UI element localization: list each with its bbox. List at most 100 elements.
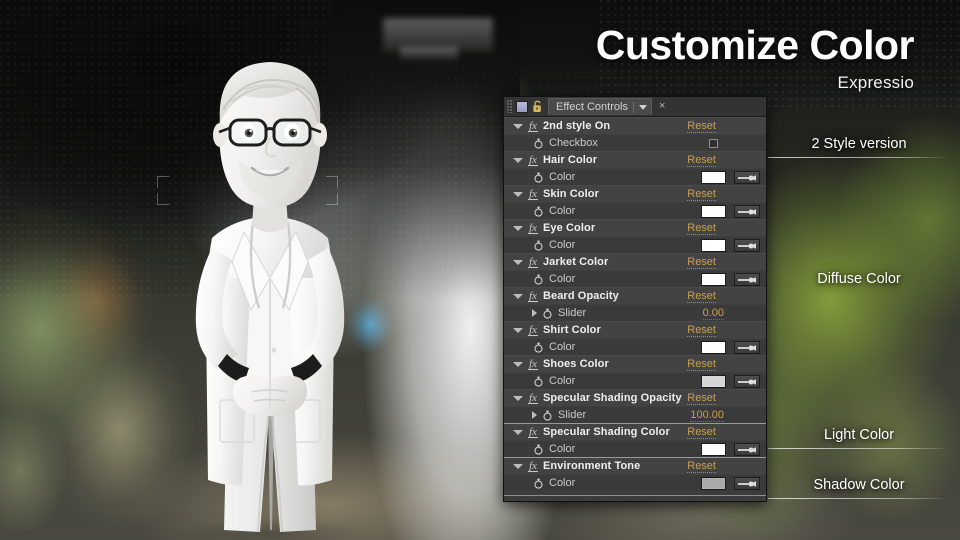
disclosure-triangle-icon[interactable] — [513, 157, 523, 163]
callout-label: Shadow Color — [813, 477, 905, 493]
property-row-color[interactable]: Color — [504, 440, 766, 457]
fx-icon[interactable]: fx — [528, 324, 538, 336]
stopwatch-icon[interactable] — [534, 240, 543, 251]
disclosure-triangle-icon[interactable] — [513, 429, 523, 435]
fx-icon[interactable]: fx — [528, 426, 538, 438]
slider-value[interactable]: 0.00 — [702, 308, 724, 320]
effect-controls-panel[interactable]: Effect Controls × fx 2nd style On Reset Che… — [503, 96, 767, 502]
tab-effect-controls[interactable]: Effect Controls — [548, 98, 652, 115]
stopwatch-icon[interactable] — [534, 274, 543, 285]
stopwatch-icon[interactable] — [534, 444, 543, 455]
color-swatch[interactable] — [701, 205, 726, 218]
disclosure-triangle-icon[interactable] — [532, 309, 537, 317]
effect-row-skin-color[interactable]: fx Skin Color Reset — [504, 185, 766, 202]
property-row-color[interactable]: Color — [504, 372, 766, 389]
fx-icon[interactable]: fx — [528, 120, 538, 132]
reset-link[interactable]: Reset — [687, 392, 716, 405]
eyedropper-button[interactable] — [734, 375, 760, 388]
fx-icon[interactable]: fx — [528, 290, 538, 302]
reset-link[interactable]: Reset — [687, 256, 716, 269]
disclosure-triangle-icon[interactable] — [513, 225, 523, 231]
reset-link[interactable]: Reset — [687, 120, 716, 133]
reset-link[interactable]: Reset — [687, 222, 716, 235]
property-row-color[interactable]: Color — [504, 338, 766, 355]
property-row-checkbox[interactable]: Checkbox — [504, 134, 766, 151]
callout-rule — [768, 498, 950, 499]
fx-icon[interactable]: fx — [528, 460, 538, 472]
effect-row-jarket-color[interactable]: fx Jarket Color Reset — [504, 253, 766, 270]
panel-tab-bar[interactable]: Effect Controls × — [504, 97, 766, 117]
reset-link[interactable]: Reset — [687, 324, 716, 337]
eyedropper-button[interactable] — [734, 205, 760, 218]
property-row-color[interactable]: Color — [504, 236, 766, 253]
color-swatch[interactable] — [701, 341, 726, 354]
fx-icon[interactable]: fx — [528, 222, 538, 234]
property-row-color[interactable]: Color — [504, 202, 766, 219]
disclosure-triangle-icon[interactable] — [513, 463, 523, 469]
reset-link[interactable]: Reset — [687, 358, 716, 371]
stopwatch-icon[interactable] — [534, 376, 543, 387]
stopwatch-icon[interactable] — [534, 478, 543, 489]
chevron-down-icon[interactable] — [638, 104, 647, 110]
stopwatch-icon[interactable] — [534, 172, 543, 183]
color-swatch[interactable] — [701, 375, 726, 388]
disclosure-triangle-icon[interactable] — [513, 361, 523, 367]
color-swatch[interactable] — [701, 239, 726, 252]
property-row-slider[interactable]: Slider 0.00 — [504, 304, 766, 321]
reset-link[interactable]: Reset — [687, 426, 716, 439]
property-row-color[interactable]: Color — [504, 474, 766, 491]
property-row-slider[interactable]: Slider 100.00 — [504, 406, 766, 423]
disclosure-triangle-icon[interactable] — [513, 123, 523, 129]
eyedropper-button[interactable] — [734, 341, 760, 354]
effect-row-specular-shading-opacity[interactable]: fx Specular Shading Opacity Reset — [504, 389, 766, 406]
checkbox-control[interactable] — [709, 139, 718, 148]
effect-row-hair-color[interactable]: fx Hair Color Reset — [504, 151, 766, 168]
disclosure-triangle-icon[interactable] — [513, 327, 523, 333]
eyedropper-button[interactable] — [734, 239, 760, 252]
reset-link[interactable]: Reset — [687, 290, 716, 303]
color-swatch[interactable] — [701, 443, 726, 456]
reset-link[interactable]: Reset — [687, 460, 716, 473]
effect-row-beard-opacity[interactable]: fx Beard Opacity Reset — [504, 287, 766, 304]
eyedropper-button[interactable] — [734, 443, 760, 456]
property-name: Checkbox — [549, 137, 598, 149]
fx-icon[interactable]: fx — [528, 358, 538, 370]
effect-row-eye-color[interactable]: fx Eye Color Reset — [504, 219, 766, 236]
fx-icon[interactable]: fx — [528, 188, 538, 200]
fx-icon[interactable]: fx — [528, 392, 538, 404]
color-swatch[interactable] — [701, 273, 726, 286]
focus-bracket-top-right — [326, 176, 338, 188]
effect-name: Specular Shading Opacity — [542, 392, 682, 404]
fx-icon[interactable]: fx — [528, 256, 538, 268]
drag-grip-icon[interactable] — [507, 100, 512, 113]
property-row-color[interactable]: Color — [504, 270, 766, 287]
eyedropper-button[interactable] — [734, 273, 760, 286]
fx-icon[interactable]: fx — [528, 154, 538, 166]
eyedropper-button[interactable] — [734, 477, 760, 490]
disclosure-triangle-icon[interactable] — [513, 191, 523, 197]
effect-row-2nd-style-on[interactable]: fx 2nd style On Reset — [504, 117, 766, 134]
stopwatch-icon[interactable] — [534, 206, 543, 217]
effect-name: Environment Tone — [542, 460, 641, 472]
stopwatch-icon[interactable] — [543, 308, 552, 319]
close-icon[interactable]: × — [659, 101, 665, 112]
disclosure-triangle-icon[interactable] — [513, 293, 523, 299]
stopwatch-icon[interactable] — [534, 342, 543, 353]
lock-icon[interactable] — [532, 100, 543, 113]
disclosure-triangle-icon[interactable] — [513, 395, 523, 401]
effect-row-shirt-color[interactable]: fx Shirt Color Reset — [504, 321, 766, 338]
reset-link[interactable]: Reset — [687, 154, 716, 167]
reset-link[interactable]: Reset — [687, 188, 716, 201]
effect-row-shoes-color[interactable]: fx Shoes Color Reset — [504, 355, 766, 372]
effect-row-specular-shading-color[interactable]: fx Specular Shading Color Reset — [504, 423, 766, 440]
stopwatch-icon[interactable] — [543, 410, 552, 421]
stopwatch-icon[interactable] — [534, 138, 543, 149]
color-swatch[interactable] — [701, 171, 726, 184]
eyedropper-button[interactable] — [734, 171, 760, 184]
disclosure-triangle-icon[interactable] — [513, 259, 523, 265]
property-row-color[interactable]: Color — [504, 168, 766, 185]
effect-row-environment-tone[interactable]: fx Environment Tone Reset — [504, 457, 766, 474]
disclosure-triangle-icon[interactable] — [532, 411, 537, 419]
color-swatch[interactable] — [701, 477, 726, 490]
slider-value[interactable]: 100.00 — [690, 410, 724, 422]
